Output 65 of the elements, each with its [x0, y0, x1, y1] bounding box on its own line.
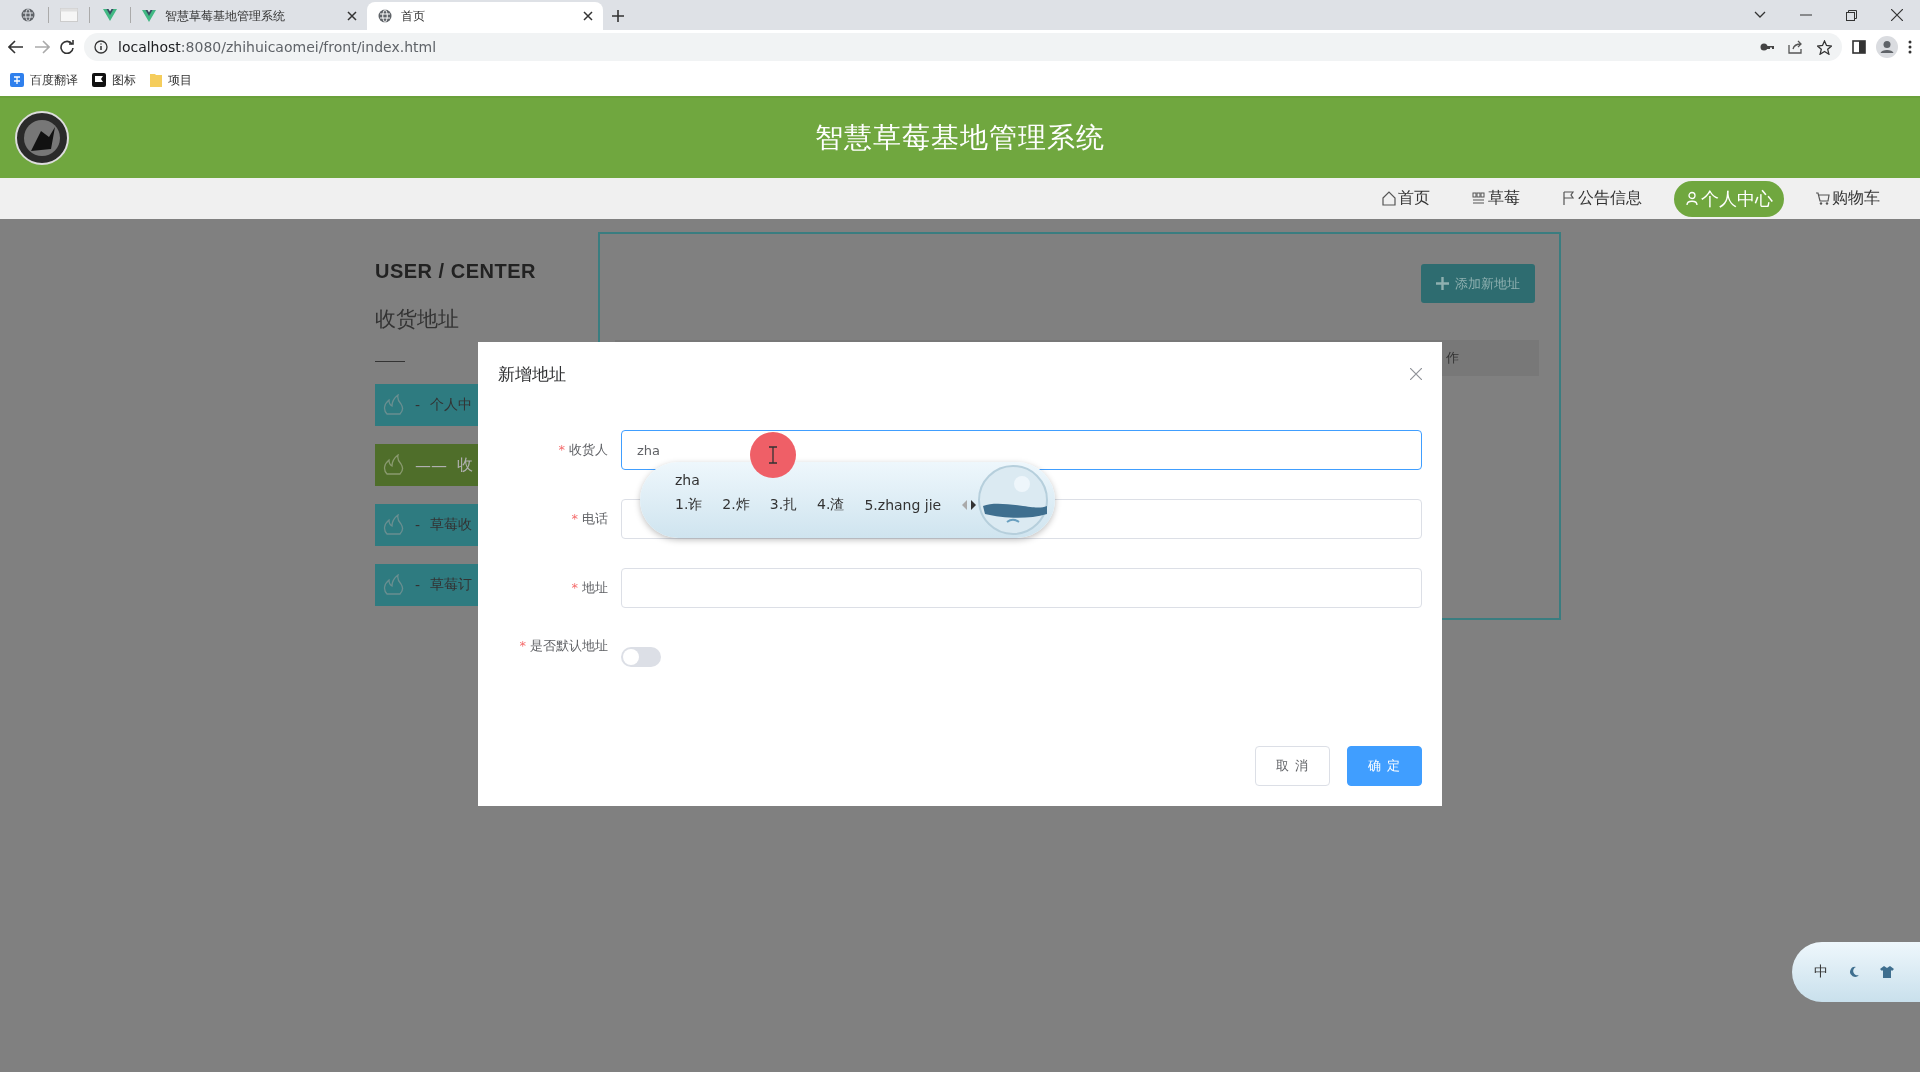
globe-icon[interactable] — [20, 7, 36, 23]
moon-icon — [1848, 966, 1860, 978]
field-label: * 是否默认地址 — [518, 637, 609, 655]
back-icon[interactable] — [8, 40, 24, 54]
reload-icon[interactable] — [60, 40, 74, 54]
translate-icon — [10, 73, 24, 87]
close-icon[interactable] — [583, 11, 593, 21]
column-header: 作 — [1446, 349, 1459, 367]
ime-candidate[interactable]: 3.扎 — [769, 496, 798, 514]
flame-icon — [383, 394, 405, 416]
close-icon[interactable] — [347, 11, 357, 21]
side-panel-icon[interactable] — [1852, 40, 1866, 54]
nav-link[interactable]: 草莓 — [1462, 182, 1530, 215]
share-icon[interactable] — [1788, 40, 1803, 54]
bookmark[interactable]: 项目 — [150, 72, 192, 88]
user-icon — [1685, 191, 1699, 206]
nav-link[interactable]: 首页 — [1372, 182, 1440, 215]
logo-icon[interactable] — [15, 111, 69, 165]
profile-icon[interactable] — [1876, 36, 1898, 58]
cart-icon — [1816, 191, 1830, 206]
ime-mode[interactable]: 中 — [1814, 963, 1828, 981]
close-icon[interactable] — [1891, 9, 1903, 21]
flame-icon — [383, 514, 405, 536]
grid-icon — [1472, 191, 1486, 206]
nav-link[interactable]: 购物车 — [1806, 182, 1890, 215]
ime-candidate[interactable]: 1.诈 — [675, 496, 703, 514]
shirt-icon — [1880, 966, 1894, 978]
input-field[interactable] — [621, 568, 1422, 608]
star-icon[interactable] — [1817, 39, 1832, 55]
key-icon[interactable] — [1760, 42, 1774, 52]
home-icon — [1382, 191, 1396, 206]
browser-tab[interactable]: 首页 — [367, 2, 603, 30]
ime-candidate[interactable]: 4.渣 — [817, 496, 845, 514]
page-subtitle: 收货地址 — [375, 306, 460, 333]
globe-icon — [377, 8, 393, 24]
click-highlight-icon — [750, 432, 796, 478]
bookmark[interactable]: 百度翻译 — [10, 72, 78, 88]
site-title: 智慧草莓基地管理系统 — [815, 120, 1105, 156]
new-tab-icon[interactable] — [612, 10, 624, 22]
flame-icon — [383, 454, 405, 476]
flag-icon — [92, 73, 106, 87]
dialog-title: 新增地址 — [498, 362, 566, 386]
more-icon[interactable] — [1908, 40, 1912, 54]
ornament-icon — [977, 464, 1049, 536]
plus-icon — [1436, 277, 1449, 290]
bookmark[interactable]: 图标 — [92, 72, 136, 88]
restore-icon[interactable] — [1846, 9, 1857, 21]
v-logo-icon — [141, 8, 157, 24]
flag-icon — [1562, 191, 1576, 206]
page-arrows-icon[interactable] — [961, 499, 978, 511]
address-bar[interactable]: localhost:8080/zhihuicaomei/front/index.html — [84, 33, 1842, 61]
browser-tab[interactable]: 智慧草莓基地管理系统 — [131, 2, 367, 30]
ime-candidate[interactable]: 5.zhang jie — [864, 497, 942, 513]
flame-icon — [383, 574, 405, 596]
v-logo-icon[interactable] — [102, 7, 118, 23]
toggle-switch[interactable] — [621, 647, 661, 667]
chevron-down-icon[interactable] — [1754, 11, 1766, 19]
info-icon — [94, 40, 108, 54]
url-text: localhost:8080/zhihuicaomei/front/index.html — [118, 39, 436, 55]
ime-composition: zha — [675, 472, 701, 488]
section-heading: USER / CENTER — [375, 260, 537, 283]
nav-link[interactable]: 公告信息 — [1552, 182, 1652, 215]
cancel-button[interactable]: 取 消 — [1254, 746, 1330, 786]
folder-icon — [150, 73, 162, 87]
ime-candidate[interactable]: 2.炸 — [722, 496, 750, 514]
